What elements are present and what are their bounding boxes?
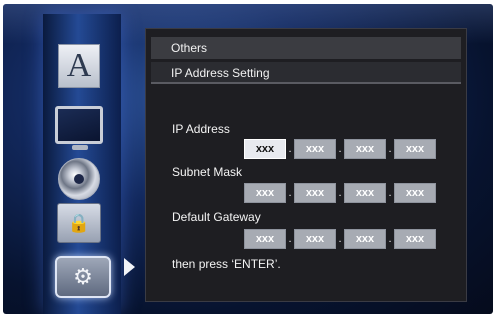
octet-separator: .	[338, 233, 342, 245]
default-gateway-input[interactable]: xxx . xxx . xxx . xxx	[244, 229, 436, 249]
language-icon[interactable]: A	[58, 44, 100, 88]
subnet-octet-2[interactable]: xxx	[294, 183, 336, 203]
subnet-octet-1[interactable]: xxx	[244, 183, 286, 203]
octet-separator: .	[388, 233, 392, 245]
disc-shape	[58, 158, 100, 200]
octet-separator: .	[388, 143, 392, 155]
ip-octet-3[interactable]: xxx	[344, 139, 386, 159]
subnet-mask-label: Subnet Mask	[172, 165, 243, 179]
ip-octet-1[interactable]: xxx	[244, 139, 286, 159]
ip-octet-4[interactable]: xxx	[394, 139, 436, 159]
gateway-octet-3[interactable]: xxx	[344, 229, 386, 249]
octet-separator: .	[288, 143, 292, 155]
octet-separator: .	[338, 143, 342, 155]
ip-address-input[interactable]: xxx . xxx . xxx . xxx	[244, 139, 436, 159]
lock-icon: 🔒	[57, 203, 101, 243]
parental-lock-icon[interactable]: 🔒	[55, 200, 103, 246]
gateway-octet-4[interactable]: xxx	[394, 229, 436, 249]
subnet-octet-4[interactable]: xxx	[394, 183, 436, 203]
instruction-text: then press ‘ENTER’.	[172, 257, 281, 271]
selection-arrow-icon	[124, 258, 135, 276]
octet-separator: .	[288, 233, 292, 245]
octet-separator: .	[288, 187, 292, 199]
subnet-mask-input[interactable]: xxx . xxx . xxx . xxx	[244, 183, 436, 203]
disc-icon[interactable]	[55, 156, 103, 202]
display-icon[interactable]	[55, 102, 103, 150]
default-gateway-label: Default Gateway	[172, 210, 261, 224]
page-title: IP Address Setting	[151, 62, 461, 84]
gateway-octet-1[interactable]: xxx	[244, 229, 286, 249]
ip-octet-2[interactable]: xxx	[294, 139, 336, 159]
tv-frame-icon	[55, 106, 103, 150]
breadcrumb-others[interactable]: Others	[151, 37, 461, 59]
ip-address-label: IP Address	[172, 122, 230, 136]
gear-icon[interactable]: ⚙	[55, 256, 111, 298]
octet-separator: .	[388, 187, 392, 199]
octet-separator: .	[338, 187, 342, 199]
subnet-octet-3[interactable]: xxx	[344, 183, 386, 203]
gateway-octet-2[interactable]: xxx	[294, 229, 336, 249]
